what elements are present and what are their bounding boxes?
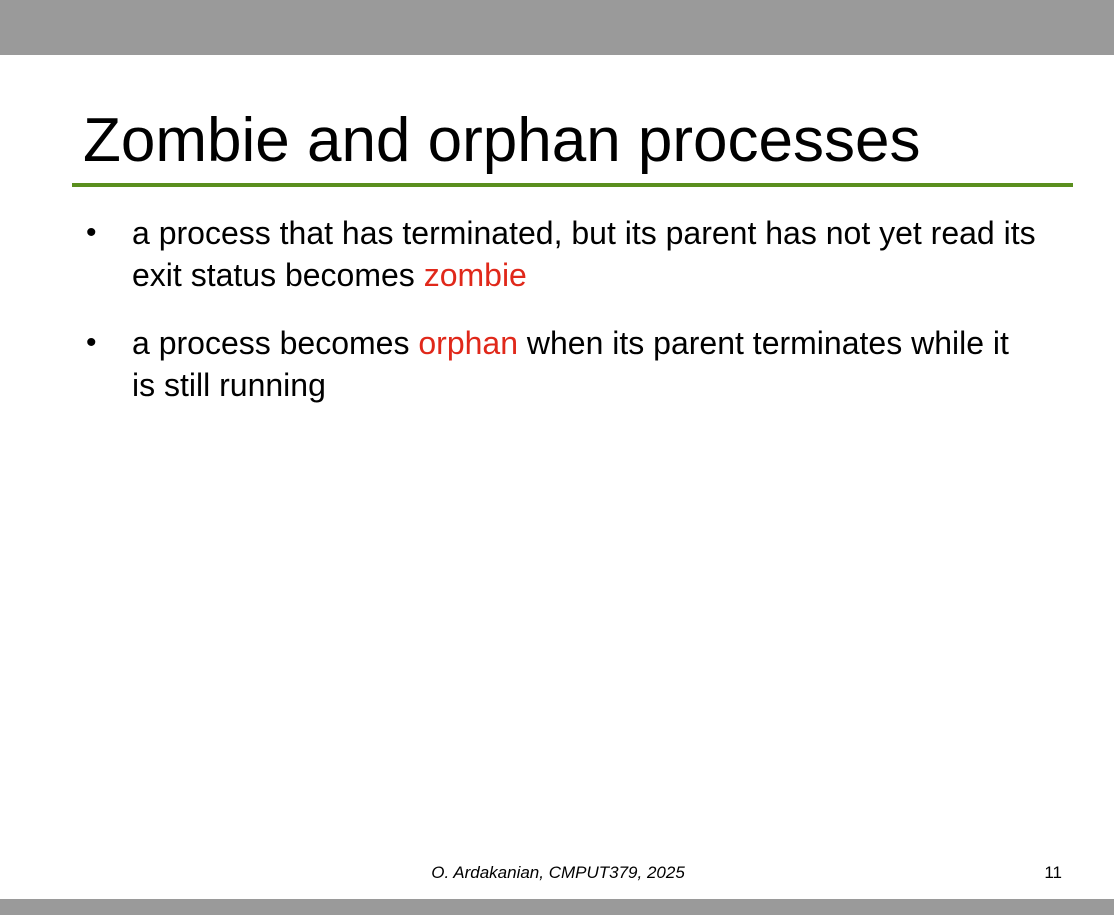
highlight-term-orphan: orphan bbox=[418, 325, 518, 361]
slide-number: 11 bbox=[1044, 863, 1062, 882]
slide-title: Zombie and orphan processes bbox=[83, 106, 921, 175]
bullet-marker: • bbox=[86, 216, 97, 249]
slide: Zombie and orphan processes • a process … bbox=[0, 55, 1114, 899]
bullet-text: a process that has terminated, but its p… bbox=[132, 215, 1036, 293]
viewer-top-bar bbox=[0, 0, 1114, 55]
bullet-marker: • bbox=[86, 326, 97, 359]
bullet-item: • a process becomes orphan when its pare… bbox=[80, 322, 1040, 406]
highlight-term-zombie: zombie bbox=[423, 257, 527, 293]
bullet-list: • a process that has terminated, but its… bbox=[80, 212, 1040, 432]
slide-footer: O. Ardakanian, CMPUT379, 2025 bbox=[431, 863, 685, 882]
viewer-bottom-bar bbox=[0, 899, 1114, 915]
bullet-item: • a process that has terminated, but its… bbox=[80, 212, 1040, 296]
bullet-text: a process becomes bbox=[132, 325, 419, 361]
slide-viewer: Zombie and orphan processes • a process … bbox=[0, 0, 1114, 915]
title-underline bbox=[72, 183, 1073, 187]
